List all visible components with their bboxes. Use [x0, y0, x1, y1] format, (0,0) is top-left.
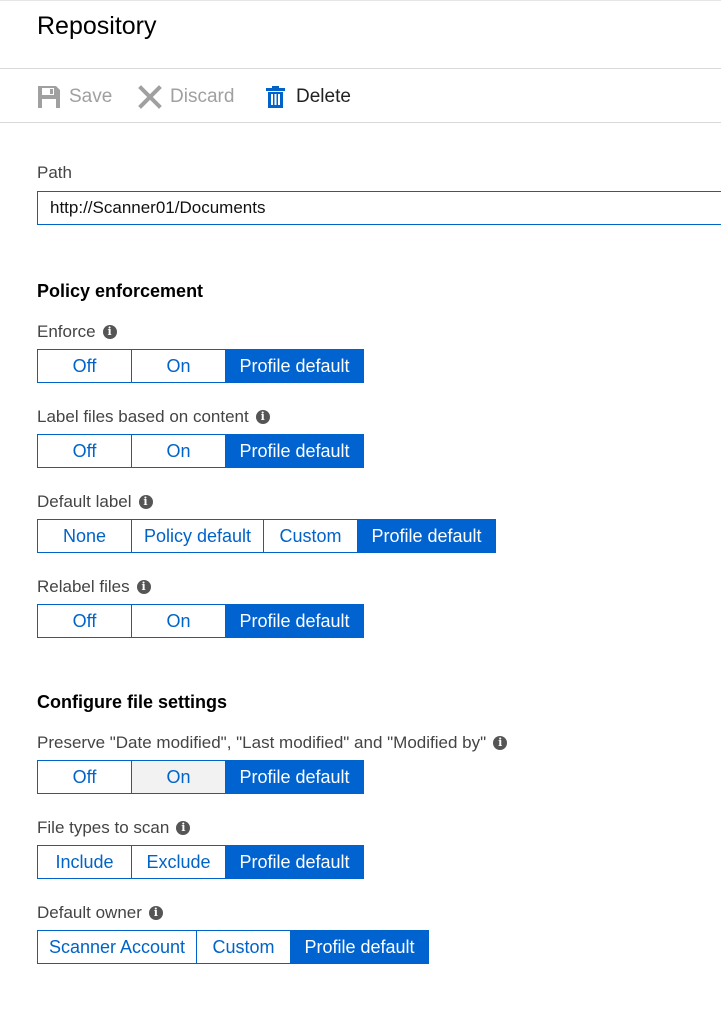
- label-files-label: Label files based on content i: [37, 407, 270, 427]
- default-label-toggle: None Policy default Custom Profile defau…: [37, 519, 496, 553]
- default-owner-option-profile-default[interactable]: Profile default: [291, 931, 428, 963]
- info-icon[interactable]: i: [136, 580, 151, 594]
- discard-button[interactable]: Discard: [138, 83, 234, 111]
- save-button[interactable]: Save: [37, 83, 112, 111]
- default-owner-option-custom[interactable]: Custom: [197, 931, 291, 963]
- label-files-option-on[interactable]: On: [132, 435, 226, 467]
- enforce-option-off[interactable]: Off: [38, 350, 132, 382]
- default-owner-option-scanner-account[interactable]: Scanner Account: [38, 931, 197, 963]
- enforce-label-text: Enforce: [37, 322, 96, 341]
- preserve-label: Preserve "Date modified", "Last modified…: [37, 733, 508, 753]
- path-label: Path: [37, 163, 72, 182]
- default-label-option-profile-default[interactable]: Profile default: [358, 520, 495, 552]
- delete-label: Delete: [296, 86, 351, 107]
- save-icon: [37, 85, 61, 109]
- delete-button[interactable]: Delete: [266, 83, 351, 111]
- relabel-option-on[interactable]: On: [132, 605, 226, 637]
- default-label-option-none[interactable]: None: [38, 520, 132, 552]
- preserve-option-off[interactable]: Off: [38, 761, 132, 793]
- file-types-option-exclude[interactable]: Exclude: [132, 846, 226, 878]
- file-types-option-include[interactable]: Include: [38, 846, 132, 878]
- file-types-label-text: File types to scan: [37, 818, 170, 837]
- enforce-option-on[interactable]: On: [132, 350, 226, 382]
- preserve-option-on[interactable]: On: [132, 761, 226, 793]
- default-label-label: Default label i: [37, 492, 153, 512]
- default-label-option-policy-default[interactable]: Policy default: [132, 520, 264, 552]
- info-icon[interactable]: i: [176, 821, 191, 835]
- relabel-files-label-text: Relabel files: [37, 577, 130, 596]
- label-files-option-off[interactable]: Off: [38, 435, 132, 467]
- enforce-label: Enforce i: [37, 322, 117, 342]
- relabel-option-profile-default[interactable]: Profile default: [226, 605, 363, 637]
- command-bar: Save Discard Delete: [0, 68, 721, 123]
- default-owner-toggle: Scanner Account Custom Profile default: [37, 930, 429, 964]
- info-icon[interactable]: i: [138, 495, 153, 509]
- info-icon[interactable]: i: [148, 906, 163, 920]
- info-icon[interactable]: i: [102, 325, 117, 339]
- preserve-toggle: Off On Profile default: [37, 760, 364, 794]
- default-label-option-custom[interactable]: Custom: [264, 520, 358, 552]
- preserve-option-profile-default[interactable]: Profile default: [226, 761, 363, 793]
- info-icon[interactable]: i: [255, 410, 270, 424]
- file-types-toggle: Include Exclude Profile default: [37, 845, 364, 879]
- file-types-label: File types to scan i: [37, 818, 191, 838]
- label-files-toggle: Off On Profile default: [37, 434, 364, 468]
- file-settings-heading: Configure file settings: [37, 692, 228, 712]
- default-label-label-text: Default label: [37, 492, 132, 511]
- policy-enforcement-heading: Policy enforcement: [37, 281, 204, 301]
- close-icon: [138, 85, 162, 109]
- enforce-toggle: Off On Profile default: [37, 349, 364, 383]
- label-files-option-profile-default[interactable]: Profile default: [226, 435, 363, 467]
- label-files-label-text: Label files based on content: [37, 407, 249, 426]
- trash-icon: [266, 86, 285, 108]
- relabel-files-label: Relabel files i: [37, 577, 151, 597]
- save-label: Save: [69, 86, 113, 107]
- path-input[interactable]: [37, 191, 721, 225]
- file-types-option-profile-default[interactable]: Profile default: [226, 846, 363, 878]
- discard-label: Discard: [170, 86, 235, 107]
- default-owner-label-text: Default owner: [37, 903, 142, 922]
- relabel-files-toggle: Off On Profile default: [37, 604, 364, 638]
- info-icon[interactable]: i: [493, 736, 508, 750]
- page-title: Repository: [37, 12, 157, 40]
- default-owner-label: Default owner i: [37, 903, 163, 923]
- enforce-option-profile-default[interactable]: Profile default: [226, 350, 363, 382]
- top-divider: [0, 0, 721, 1]
- relabel-option-off[interactable]: Off: [38, 605, 132, 637]
- preserve-label-text: Preserve "Date modified", "Last modified…: [37, 733, 487, 752]
